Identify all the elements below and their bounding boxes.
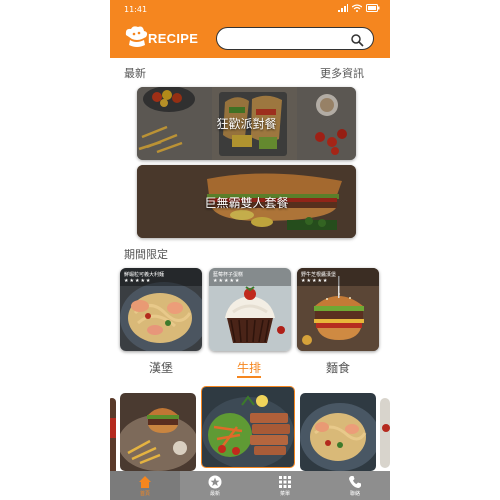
tab-burger[interactable]: 漢堡	[149, 359, 173, 376]
status-time: 11:41	[124, 5, 148, 14]
rating-stars: ★★★★★	[213, 278, 241, 284]
carousel-image	[120, 393, 196, 471]
nav-menu[interactable]: 菜單	[250, 471, 320, 500]
search-box[interactable]	[216, 27, 374, 50]
banner-party-meal[interactable]: 狂歡派對餐	[137, 87, 356, 160]
limited-card-pasta[interactable]: 鮮蝦粒可義大利麵 ★★★★★	[120, 268, 202, 351]
app-header: RECIPE	[110, 18, 390, 58]
app-screen: 11:41 RECIPE 最新 更多資訊 狂歡派對餐 巨無霸雙人套餐 期間限定 …	[110, 0, 390, 500]
tab-noodles[interactable]: 麵食	[326, 359, 350, 376]
bottom-nav: 首頁 最新 菜單 聯絡	[110, 471, 390, 500]
grid-icon	[279, 476, 291, 488]
signal-icon	[338, 4, 348, 14]
carousel-item-prev[interactable]	[110, 398, 116, 478]
limited-card-cupcake[interactable]: 藍莓杯子蛋糕 ★★★★★	[209, 268, 291, 351]
carousel-item-pasta[interactable]	[300, 393, 376, 471]
nav-label: 最新	[209, 491, 220, 497]
carousel-item-steak[interactable]	[201, 386, 295, 468]
latest-section-title: 最新	[124, 67, 146, 80]
battery-icon	[366, 4, 380, 14]
carousel-item-next[interactable]	[380, 398, 390, 468]
active-tab-indicator	[237, 376, 261, 378]
carousel-image	[300, 393, 376, 471]
tab-steak[interactable]: 牛排	[237, 359, 261, 376]
app-logo[interactable]: RECIPE	[122, 24, 202, 52]
limited-section-title: 期間限定	[124, 248, 168, 261]
rating-stars: ★★★★★	[301, 278, 329, 284]
nav-latest[interactable]: 最新	[180, 471, 250, 500]
home-icon	[139, 476, 151, 488]
card-caption: 野牛芝根醬漢堡	[301, 272, 337, 278]
banner-label: 狂歡派對餐	[216, 117, 277, 131]
nav-contact[interactable]: 聯絡	[320, 471, 390, 500]
logo-text: RECIPE	[148, 30, 199, 46]
banner-label: 巨無霸雙人套餐	[204, 196, 289, 210]
star-icon	[208, 475, 222, 489]
carousel-image	[380, 398, 390, 468]
search-input[interactable]	[225, 30, 345, 47]
banner-double-set[interactable]: 巨無霸雙人套餐	[137, 165, 356, 238]
more-info-link[interactable]: 更多資訊	[320, 65, 364, 81]
carousel-image	[202, 387, 294, 467]
phone-icon	[349, 476, 361, 488]
rating-stars: ★★★★★	[124, 278, 152, 284]
chef-hat-icon	[122, 25, 152, 51]
limited-card-burger[interactable]: 野牛芝根醬漢堡 ★★★★★	[297, 268, 379, 351]
nav-label: 聯絡	[349, 491, 360, 497]
card-caption: 藍莓杯子蛋糕	[213, 272, 244, 278]
status-bar: 11:41	[110, 0, 390, 18]
card-caption: 鮮蝦粒可義大利麵	[124, 272, 165, 278]
carousel-item-burger[interactable]	[120, 393, 196, 471]
search-icon[interactable]	[350, 32, 364, 47]
nav-label: 首頁	[139, 491, 150, 497]
nav-label: 菜單	[279, 491, 290, 497]
carousel-image	[110, 398, 116, 478]
wifi-icon	[351, 4, 363, 14]
nav-home[interactable]: 首頁	[110, 471, 180, 500]
